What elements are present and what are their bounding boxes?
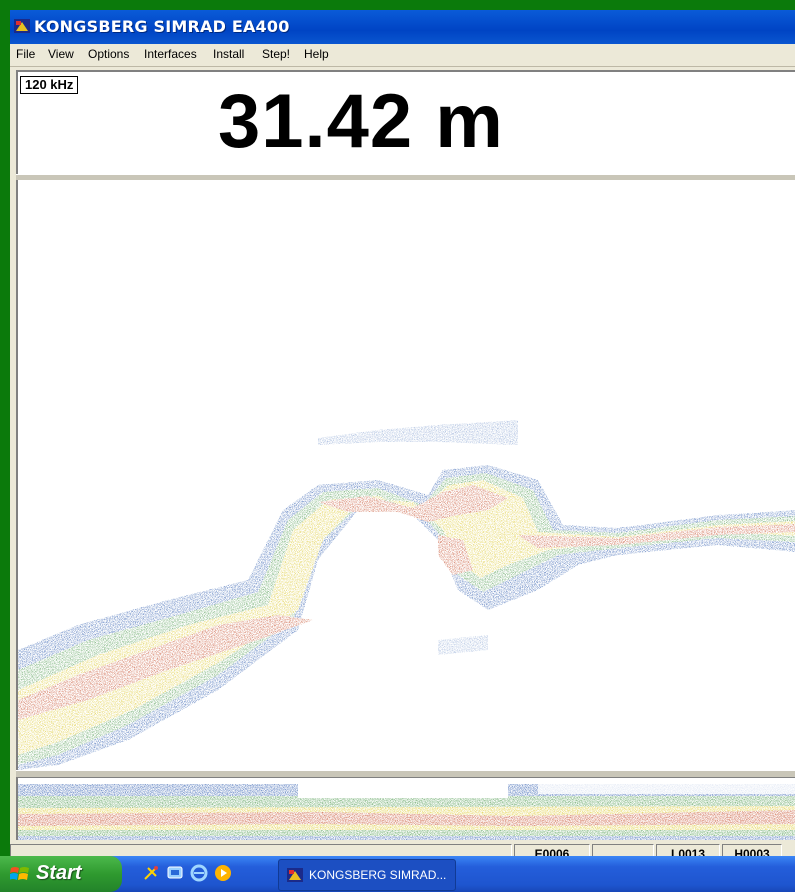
menu-install[interactable]: Install (213, 47, 244, 61)
frequency-label: 120 kHz (20, 76, 79, 94)
quicklaunch-desktop-icon[interactable] (166, 864, 184, 882)
media-player-icon[interactable] (214, 864, 232, 882)
app-icon (287, 868, 303, 882)
taskbar: Start KONGSBERG SIMRAD... (0, 856, 795, 892)
window-title: KONGSBERG SIMRAD EA400 (34, 17, 290, 36)
depth-value: 31.42 m (218, 79, 504, 164)
start-label: Start (36, 862, 82, 884)
menu-bar: File View Options Interfaces Install Ste… (10, 44, 795, 67)
taskbar-app-button[interactable]: KONGSBERG SIMRAD... (278, 859, 456, 891)
title-bar[interactable]: KONGSBERG SIMRAD EA400 (10, 10, 795, 44)
history-image (18, 778, 795, 840)
history-strip[interactable] (16, 778, 795, 840)
menu-help[interactable]: Help (304, 47, 329, 61)
menu-view[interactable]: View (48, 47, 74, 61)
menu-options[interactable]: Options (88, 47, 129, 61)
echogram-view[interactable] (16, 180, 795, 770)
quicklaunch-tool-icon[interactable] (142, 864, 160, 882)
windows-logo-icon (10, 867, 29, 880)
echogram-image (18, 420, 795, 770)
depth-readout-panel: 120 kHz 31.42 m (16, 70, 795, 176)
taskbar-app-label: KONGSBERG SIMRAD... (309, 868, 447, 882)
application-window: KONGSBERG SIMRAD EA400 File View Options… (10, 10, 795, 864)
history-splitter[interactable] (16, 770, 795, 778)
menu-step[interactable]: Step! (262, 47, 290, 61)
menu-interfaces[interactable]: Interfaces (144, 47, 197, 61)
app-icon (14, 19, 30, 33)
start-button[interactable]: Start (0, 856, 122, 892)
menu-file[interactable]: File (16, 47, 35, 61)
internet-explorer-icon[interactable] (190, 864, 208, 882)
